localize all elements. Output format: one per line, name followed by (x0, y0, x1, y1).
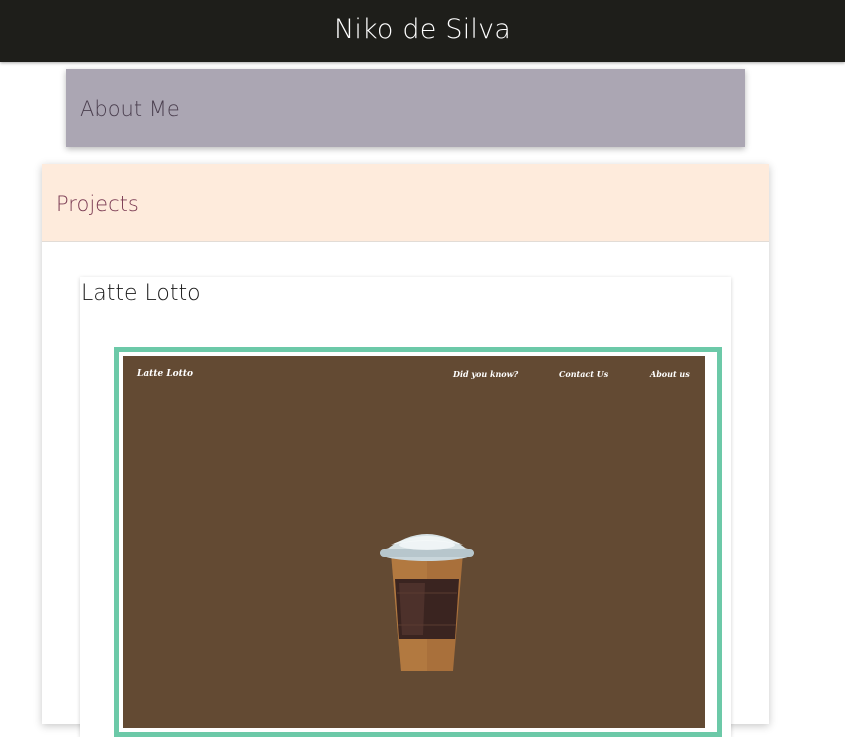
about-me-label[interactable]: About Me (80, 97, 180, 121)
coffee-cup-icon (380, 534, 474, 671)
top-bar: Niko de Silva (0, 0, 845, 62)
project-preview-image[interactable]: Latte Lotto Did you know? Contact Us Abo… (123, 356, 705, 728)
preview-nav-about-us: About us (650, 369, 690, 379)
project-title: Latte Lotto (81, 281, 201, 306)
preview-nav-contact-us: Contact Us (559, 369, 609, 379)
preview-logo: Latte Lotto (137, 369, 193, 379)
projects-label[interactable]: Projects (56, 192, 139, 216)
about-me-section[interactable]: About Me (66, 69, 745, 147)
project-preview-frame[interactable]: Latte Lotto Did you know? Contact Us Abo… (114, 347, 722, 737)
projects-section: Projects Latte Lotto Latte Lotto Did you… (42, 164, 769, 737)
project-card: Latte Lotto Latte Lotto Did you know? Co… (80, 277, 731, 737)
projects-header[interactable]: Projects (42, 164, 769, 242)
preview-nav-did-you-know: Did you know? (453, 369, 519, 379)
site-title: Niko de Silva (333, 13, 512, 45)
